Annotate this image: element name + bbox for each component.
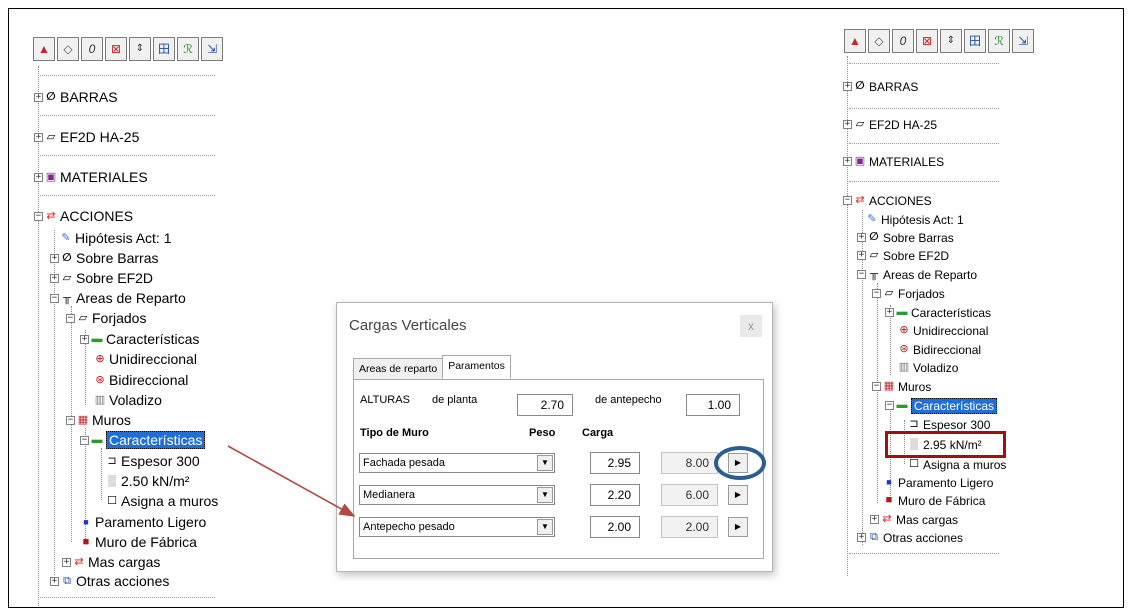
characteristics-icon: ▬ <box>896 306 908 318</box>
loads-icon[interactable]: ▲ <box>844 29 866 53</box>
tree-node-caracteristicas-forjados[interactable]: + ▬ Características <box>885 305 991 320</box>
assign-icon: ☐ <box>909 458 919 470</box>
characteristics-icon: ▬ <box>896 399 908 411</box>
tab-paramentos[interactable]: Paramentos <box>442 355 511 379</box>
tree-node-bidireccional[interactable]: ⊛ Bidireccional <box>898 342 981 357</box>
bar-icon[interactable]: 0 <box>892 29 914 53</box>
light-partition-icon: ■ <box>886 477 892 487</box>
tree-node-areas-reparto[interactable]: − ╥ Areas de Reparto <box>857 267 977 282</box>
tree-node-muros[interactable]: − ▦ Muros <box>872 379 931 394</box>
bar-icon: ∅ <box>869 231 879 243</box>
thickness-icon: ⊐ <box>909 418 919 430</box>
tree-node-espesor[interactable]: ⊐ Espesor 300 <box>908 417 990 432</box>
actions-icon: ⇄ <box>882 513 892 525</box>
tree-node-acciones[interactable]: − ⇄ ACCIONES <box>843 193 932 208</box>
hypothesis-icon: ✎ <box>867 213 877 225</box>
export-icon[interactable]: ⇲ <box>1012 29 1034 53</box>
tree-node-caracteristicas-muros[interactable]: − ▬ Características <box>885 397 998 414</box>
tree-node-forjados[interactable]: − ▱ Forjados <box>872 286 945 301</box>
tree-node-voladizo[interactable]: ▥ Voladizo <box>898 360 959 375</box>
other-actions-icon: ⧉ <box>870 531 878 543</box>
highlight-box <box>885 431 1006 458</box>
right-toolbar: ▲ ◇ 0 ⊠ ⇕ 田 ℛ ⇲ <box>844 29 1034 53</box>
two-way-slab-icon: ⊛ <box>899 343 909 355</box>
tree-node-sobre-barras[interactable]: + ∅ Sobre Barras <box>857 230 954 245</box>
tree-node-barras[interactable]: + ∅ BARRAS <box>843 79 918 94</box>
tag-icon[interactable]: ◇ <box>868 29 890 53</box>
grid-icon[interactable]: 田 <box>964 29 986 53</box>
tree-node-hipotesis[interactable]: ✎ Hipótesis Act: 1 <box>866 212 963 227</box>
cantilever-icon: ▥ <box>898 361 910 373</box>
tree-node-paramento[interactable]: ■ Paramento Ligero <box>883 475 993 490</box>
masonry-wall-icon: ■ <box>885 494 893 506</box>
shell-element-icon: ▱ <box>869 249 879 261</box>
slab-icon: ▱ <box>884 287 894 299</box>
one-way-slab-icon: ⊕ <box>899 324 909 336</box>
tree-node-asigna[interactable]: ☐ Asigna a muros <box>908 457 1006 472</box>
actions-icon: ⇄ <box>855 194 865 206</box>
delete-loads-icon[interactable]: ⊠ <box>916 29 938 53</box>
tree-node-sobre-ef2d[interactable]: + ▱ Sobre EF2D <box>857 248 949 263</box>
tree-node-otras[interactable]: + ⧉ Otras acciones <box>857 530 963 545</box>
tree-node-mas-cargas[interactable]: + ⇄ Mas cargas <box>870 512 958 527</box>
bar-icon: ∅ <box>855 80 865 92</box>
shell-element-icon: ▱ <box>855 118 865 130</box>
spinner-icon[interactable]: ⇕ <box>940 29 962 53</box>
tree-node-ef2d[interactable]: + ▱ EF2D HA-25 <box>843 117 937 132</box>
tree-node-unidireccional[interactable]: ⊕ Unidireccional <box>898 323 988 338</box>
group-icon[interactable]: ℛ <box>988 29 1010 53</box>
tree-node-muro-fabrica[interactable]: ■ Muro de Fábrica <box>883 493 986 508</box>
materials-icon: ▣ <box>854 155 866 167</box>
tree-node-materiales[interactable]: + ▣ MATERIALES <box>843 154 944 169</box>
highlight-circle <box>714 446 766 480</box>
wall-icon: ▦ <box>883 380 895 392</box>
distribution-areas-icon: ╥ <box>870 268 878 280</box>
